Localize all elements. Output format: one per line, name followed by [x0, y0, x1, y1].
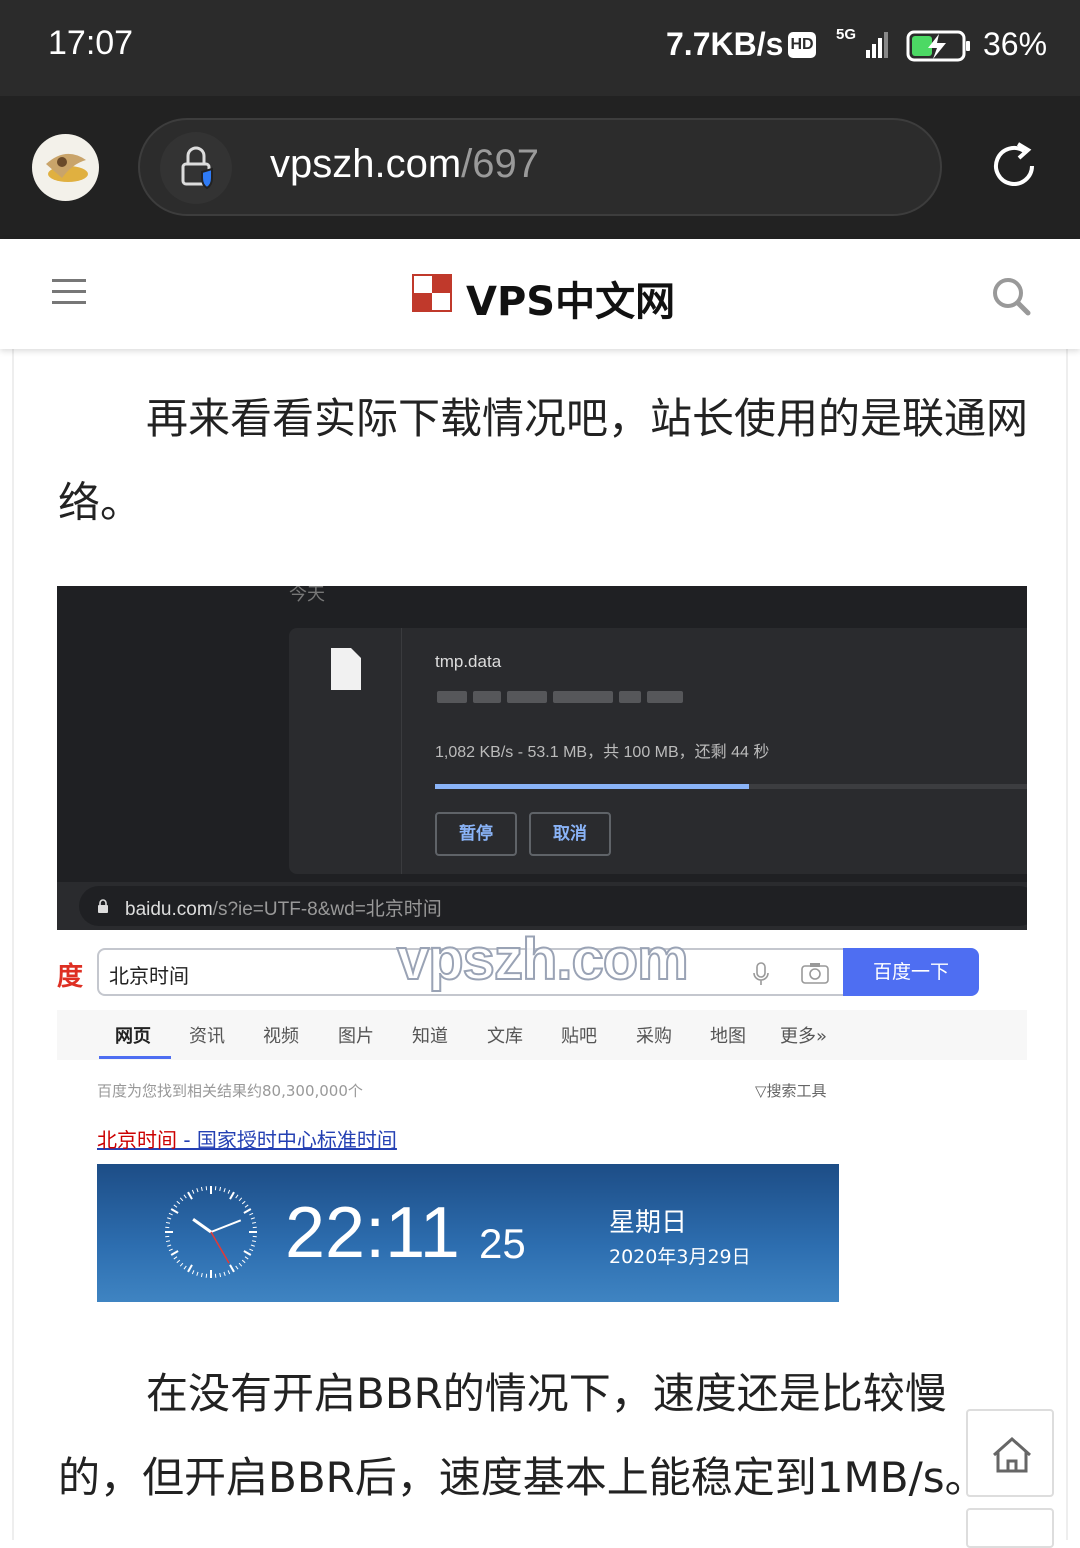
profile-avatar[interactable] [32, 134, 99, 201]
baidu-tabs: 网页 资讯 视频 图片 知道 文库 贴吧 采购 地图 更多» [57, 1010, 1027, 1060]
article-paragraph: 再来看看实际下载情况吧，站长使用的是联通网络。 [58, 377, 1030, 545]
result-title-link[interactable]: 北京时间 - 国家授时中心标准时间 [97, 1124, 397, 1153]
search-value: 北京时间 [109, 960, 189, 989]
status-time: 17:07 [48, 24, 133, 63]
tab-wenku[interactable]: 文库 [487, 1022, 523, 1048]
microphone-icon[interactable] [753, 962, 769, 986]
lock-shield-icon [160, 132, 232, 204]
article-content: 再来看看实际下载情况吧，站长使用的是联通网络。 今天 tmp.data 1,08… [12, 349, 1068, 1540]
tab-video[interactable]: 视频 [263, 1022, 299, 1048]
minute-hand [211, 1220, 241, 1232]
menu-icon[interactable] [52, 279, 86, 305]
camera-icon[interactable] [801, 962, 829, 984]
tab-news[interactable]: 资讯 [189, 1022, 225, 1048]
file-name: tmp.data [435, 652, 501, 672]
url-path: /697 [461, 142, 539, 186]
watermark: vpszh.com [397, 926, 688, 993]
tab-map[interactable]: 地图 [710, 1022, 746, 1048]
active-tab-indicator [99, 1056, 171, 1059]
article-image: 今天 tmp.data 1,082 KB/s - 53.1 MB，共 100 M… [57, 586, 1027, 1303]
today-label: 今天 [289, 586, 325, 606]
hd-badge: HD [788, 32, 816, 58]
battery-percent: 36% [983, 26, 1047, 63]
article-paragraph: 在没有开启BBR的情况下，速度还是比较慢的，但开启BBR后，速度基本上能稳定到1… [58, 1352, 1030, 1520]
browser-toolbar: vpszh.com/697 [0, 96, 1080, 239]
site-header: VPS中文网 [0, 239, 1080, 349]
reload-icon[interactable] [986, 138, 1042, 194]
hour-hand [193, 1219, 211, 1232]
clock-seconds: 25 [479, 1220, 526, 1268]
site-logo[interactable] [411, 273, 453, 313]
tab-caigou[interactable]: 采购 [636, 1022, 672, 1048]
baidu-results: 度 北京时间 百度一下 vpszh.com 网页 资讯 视频 图片 [57, 934, 1027, 1303]
screenshot-url: baidu.com/s?ie=UTF-8&wd=北京时间 [125, 894, 442, 921]
clock-weekday: 星期日 [609, 1202, 687, 1239]
screenshot-address-bar: baidu.com/s?ie=UTF-8&wd=北京时间 [57, 882, 1027, 930]
download-progress-bar [435, 784, 1027, 789]
home-button[interactable] [966, 1409, 1054, 1497]
url-domain: vpszh.com [270, 142, 461, 186]
download-item: tmp.data 1,082 KB/s - 53.1 MB，共 100 MB，还… [289, 628, 1027, 874]
download-progress-text: 1,082 KB/s - 53.1 MB，共 100 MB，还剩 44 秒 [435, 738, 769, 762]
url-text: vpszh.com/697 [270, 142, 539, 187]
search-tools[interactable]: ▽搜索工具 [755, 1080, 827, 1101]
baidu-search-button[interactable]: 百度一下 [843, 948, 979, 996]
site-name[interactable]: VPS中文网 [466, 269, 675, 327]
clock-time: 22:11 [285, 1192, 460, 1274]
filter-icon: ▽ [755, 1082, 767, 1100]
lock-icon [97, 899, 109, 913]
status-bar: 17:07 7.7KB/s HD 5G 36% [0, 0, 1080, 96]
pause-button[interactable]: 暂停 [435, 812, 517, 856]
address-bar[interactable]: vpszh.com/697 [138, 118, 942, 216]
battery-icon [906, 30, 972, 62]
avatar-image [32, 134, 99, 201]
result-count: 百度为您找到相关结果约80,300,000个 [97, 1080, 363, 1101]
signal-icon [852, 30, 892, 60]
scroll-top-button[interactable] [966, 1508, 1054, 1548]
tab-zhidao[interactable]: 知道 [412, 1022, 448, 1048]
tab-more[interactable]: 更多» [780, 1022, 827, 1048]
cancel-button[interactable]: 取消 [529, 812, 611, 856]
network-speed: 7.7KB/s [666, 26, 783, 63]
baidu-logo: 度 [57, 956, 83, 993]
site-security-button[interactable] [160, 132, 232, 204]
second-hand [211, 1232, 229, 1263]
tab-images[interactable]: 图片 [338, 1022, 374, 1048]
file-icon [331, 648, 361, 690]
tab-tieba[interactable]: 贴吧 [561, 1022, 597, 1048]
tab-web[interactable]: 网页 [115, 1022, 151, 1048]
download-panel: 今天 tmp.data 1,082 KB/s - 53.1 MB，共 100 M… [57, 586, 1027, 886]
clock-dial-icon [163, 1184, 259, 1280]
search-icon[interactable] [990, 275, 1032, 317]
clock-date: 2020年3月29日 [609, 1242, 751, 1269]
blurred-url [437, 688, 693, 704]
beijing-time-widget: 22:11 25 星期日 2020年3月29日 [97, 1164, 839, 1302]
home-icon [968, 1411, 1056, 1499]
